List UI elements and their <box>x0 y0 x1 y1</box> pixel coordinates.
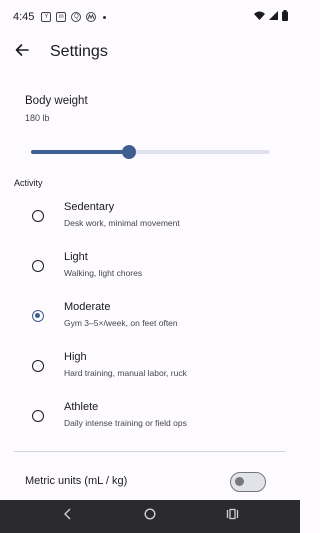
activity-section-header: Activity <box>14 178 43 188</box>
option-description: Walking, light chores <box>64 268 143 278</box>
activity-option-high[interactable]: High Hard training, manual labor, ruck <box>0 351 300 397</box>
recents-icon <box>226 507 239 525</box>
radio-button[interactable] <box>32 410 44 422</box>
radio-button[interactable] <box>32 360 44 372</box>
body-weight-label: Body weight <box>25 95 88 107</box>
metric-units-label: Metric units (mL / kg) <box>25 475 128 487</box>
switch-thumb <box>235 477 244 486</box>
option-description: Gym 3–5×/week, on feet often <box>64 318 178 328</box>
option-title: Athlete <box>64 401 99 413</box>
notification-y-icon: Y <box>41 12 52 22</box>
option-description: Desk work, minimal movement <box>64 218 180 228</box>
radio-button[interactable] <box>32 260 44 272</box>
option-description: Daily intense training or field ops <box>64 418 187 428</box>
option-description: Hard training, manual labor, ruck <box>64 368 187 378</box>
nav-recents-button[interactable] <box>224 508 240 524</box>
circle-home-icon <box>144 507 156 525</box>
activity-option-athlete[interactable]: Athlete Daily intense training or field … <box>0 401 300 447</box>
option-title: High <box>64 351 87 363</box>
chevron-left-icon <box>63 507 73 525</box>
option-title: Moderate <box>64 301 111 313</box>
back-button[interactable] <box>8 38 36 66</box>
more-notifications-dot <box>103 15 107 19</box>
wifi-icon <box>254 11 265 23</box>
body-weight-slider[interactable] <box>31 144 270 160</box>
status-time: 4:45 <box>13 11 35 23</box>
metric-units-switch[interactable] <box>230 472 266 492</box>
system-navigation-bar <box>0 500 300 533</box>
notification-shield-icon: Q <box>71 12 82 22</box>
battery-icon <box>282 10 288 24</box>
slider-thumb[interactable] <box>121 145 136 159</box>
option-title: Light <box>64 251 88 263</box>
section-divider <box>14 451 286 452</box>
nav-home-button[interactable] <box>142 508 158 524</box>
page-title: Settings <box>50 43 108 60</box>
body-weight-value: 180 lb <box>25 113 50 123</box>
radio-button[interactable] <box>32 210 44 222</box>
slider-active-track <box>31 150 129 154</box>
status-bar: 4:45 Y in Q <box>0 0 300 34</box>
radio-button[interactable] <box>32 310 44 322</box>
option-title: Sedentary <box>64 201 115 213</box>
notification-linkedin-icon: in <box>56 12 67 22</box>
activity-option-sedentary[interactable]: Sedentary Desk work, minimal movement <box>0 201 300 247</box>
activity-option-moderate[interactable]: Moderate Gym 3–5×/week, on feet often <box>0 301 300 347</box>
notification-motorola-icon <box>86 12 97 22</box>
top-app-bar: Settings <box>0 34 300 70</box>
signal-icon <box>269 11 278 23</box>
nav-back-button[interactable] <box>60 508 76 524</box>
arrow-left-icon <box>15 43 29 62</box>
activity-option-light[interactable]: Light Walking, light chores <box>0 251 300 297</box>
